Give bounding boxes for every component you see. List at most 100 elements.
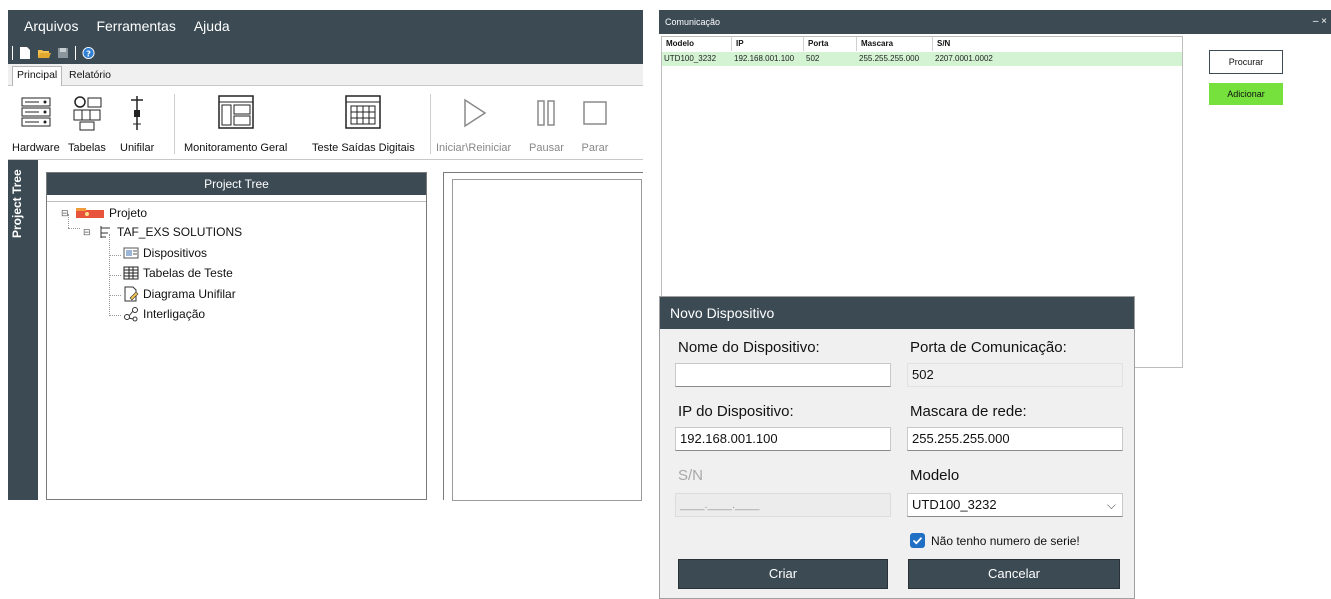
workspace-canvas[interactable]	[452, 179, 642, 501]
tabelas-label: Tabelas	[68, 142, 106, 154]
main-application-window: Arquivos Ferramentas Ajuda ? Principal R…	[8, 10, 643, 501]
cell-modelo: UTD100_3232	[664, 54, 717, 63]
cell-sn: 2207.0001.0002	[935, 54, 993, 63]
ribbon-toolbar: Hardware Tabelas Unifilar Monitoramento …	[8, 86, 643, 160]
tree-node-dispositivos[interactable]: Dispositivos	[123, 246, 207, 260]
ribbon-separator	[174, 94, 175, 154]
cell-ip: 192.168.001.100	[734, 54, 795, 63]
tree-label-solution: TAF_EXS SOLUTIONS	[117, 225, 243, 239]
ip-label: IP do Dispositivo:	[678, 403, 794, 420]
project-folder-icon	[76, 208, 104, 218]
porta-input[interactable]: 502	[907, 363, 1123, 387]
new-file-icon[interactable]	[19, 46, 31, 60]
tree-label-projeto: Projeto	[109, 206, 148, 220]
solution-hierarchy-icon	[100, 226, 110, 238]
hardware-icon	[21, 97, 51, 127]
cell-porta: 502	[806, 54, 820, 63]
teste-saidas-digitais-button[interactable]: Teste Saídas Digitais	[312, 94, 415, 154]
svg-text:?: ?	[86, 48, 91, 58]
pausar-button[interactable]: Pausar	[529, 94, 564, 154]
project-tree-view: ⊟ Projeto ⊟ TAF_EXS SOLUTIONS Dispositiv…	[47, 201, 426, 499]
unifilar-label: Unifilar	[120, 142, 155, 154]
tree-node-interligacao[interactable]: Interligação	[123, 306, 205, 322]
parar-button[interactable]: Parar	[578, 94, 612, 154]
no-serial-label: Não tenho numero de serie!	[931, 533, 1080, 548]
tree-node-tabelas-de-teste[interactable]: Tabelas de Teste	[123, 266, 233, 280]
menu-arquivos[interactable]: Arquivos	[24, 18, 78, 34]
hardware-label: Hardware	[12, 142, 60, 154]
cancelar-button[interactable]: Cancelar	[908, 559, 1120, 589]
project-tree-side-tab[interactable]: Project Tree	[8, 160, 38, 500]
tab-relatorio[interactable]: Relatório	[65, 67, 115, 83]
digital-outputs-grid-icon	[345, 95, 382, 129]
help-icon[interactable]: ?	[82, 46, 95, 60]
column-header-ip[interactable]: IP	[732, 37, 804, 51]
tree-node-projeto[interactable]: ⊟ Projeto	[61, 206, 147, 220]
tabelas-button[interactable]: Tabelas	[68, 94, 106, 154]
tree-connector	[109, 275, 121, 276]
menu-bar: Arquivos Ferramentas Ajuda	[8, 10, 643, 42]
column-header-mascara[interactable]: Mascara	[857, 37, 933, 51]
devices-icon	[123, 247, 139, 259]
stop-icon	[583, 101, 607, 125]
tree-node-solution[interactable]: ⊟ TAF_EXS SOLUTIONS	[83, 224, 242, 240]
modelo-select[interactable]: UTD100_3232 ⌵	[907, 493, 1123, 517]
ribbon-separator	[430, 94, 431, 154]
project-tree-header: Project Tree	[47, 173, 426, 195]
tree-connector	[109, 315, 121, 316]
save-icon[interactable]	[57, 46, 69, 60]
procurar-button[interactable]: Procurar	[1209, 50, 1283, 74]
play-icon	[463, 98, 486, 128]
collapse-toggle-icon[interactable]: ⊟	[61, 208, 71, 219]
mascara-input[interactable]: 255.255.255.000	[907, 427, 1123, 451]
table-grid-icon	[123, 266, 139, 280]
tab-principal[interactable]: Principal	[12, 66, 63, 86]
open-folder-icon[interactable]	[37, 46, 51, 60]
checkbox-checked-icon[interactable]	[910, 533, 925, 548]
tree-label-diagrama-unifilar: Diagrama Unifilar	[143, 287, 236, 301]
toolbar-separator	[75, 46, 76, 60]
quick-access-toolbar: ?	[8, 42, 643, 64]
menu-ferramentas[interactable]: Ferramentas	[96, 18, 175, 34]
tree-connector	[68, 228, 80, 229]
comunicacao-title: Comunicação	[659, 10, 1331, 34]
nome-input[interactable]	[675, 363, 891, 387]
dialog-title: Novo Dispositivo	[660, 297, 1134, 329]
teste-saidas-digitais-label: Teste Saídas Digitais	[312, 142, 415, 154]
monitor-dashboard-icon	[217, 95, 254, 129]
window-controls[interactable]: – ×	[1313, 10, 1327, 34]
sn-label: S/N	[678, 467, 704, 484]
modelo-label: Modelo	[910, 467, 960, 484]
toolbar-separator	[12, 46, 13, 60]
novo-dispositivo-dialog: Novo Dispositivo Nome do Dispositivo: Po…	[659, 296, 1135, 599]
monitoramento-geral-label: Monitoramento Geral	[184, 142, 288, 154]
ip-input[interactable]: 192.168.001.100	[675, 427, 891, 451]
tables-icon	[73, 96, 102, 131]
unifilar-button[interactable]: Unifilar	[120, 94, 154, 154]
pausar-label: Pausar	[529, 142, 564, 154]
cell-mascara: 255.255.255.000	[859, 54, 920, 63]
iniciar-reiniciar-button[interactable]: Iniciar\Reiniciar	[436, 94, 511, 154]
column-header-modelo[interactable]: Modelo	[662, 37, 732, 51]
interconnection-icon	[124, 307, 138, 322]
sn-input[interactable]: ____.____.____	[675, 493, 891, 517]
parar-label: Parar	[581, 142, 609, 154]
monitoramento-geral-button[interactable]: Monitoramento Geral	[184, 94, 287, 154]
tree-connector	[109, 255, 121, 256]
chevron-down-icon[interactable]: ⌵	[1107, 494, 1116, 516]
column-header-porta[interactable]: Porta	[804, 37, 857, 51]
tree-node-diagrama-unifilar[interactable]: Diagrama Unifilar	[123, 286, 236, 302]
column-header-sn[interactable]: S/N	[933, 37, 1182, 51]
tree-connector	[109, 295, 121, 296]
collapse-toggle-icon[interactable]: ⊟	[83, 227, 93, 238]
pause-icon	[537, 100, 556, 126]
adicionar-button[interactable]: Adicionar	[1209, 83, 1283, 105]
menu-ajuda[interactable]: Ajuda	[194, 18, 230, 34]
hardware-button[interactable]: Hardware	[12, 94, 60, 154]
nome-label: Nome do Dispositivo:	[678, 339, 820, 356]
no-serial-checkbox-row[interactable]: Não tenho numero de serie!	[910, 533, 1080, 548]
tree-label-tabelas-de-teste: Tabelas de Teste	[143, 266, 233, 280]
tree-label-interligacao: Interligação	[143, 307, 206, 321]
workspace-pane	[443, 172, 643, 501]
criar-button[interactable]: Criar	[678, 559, 888, 589]
